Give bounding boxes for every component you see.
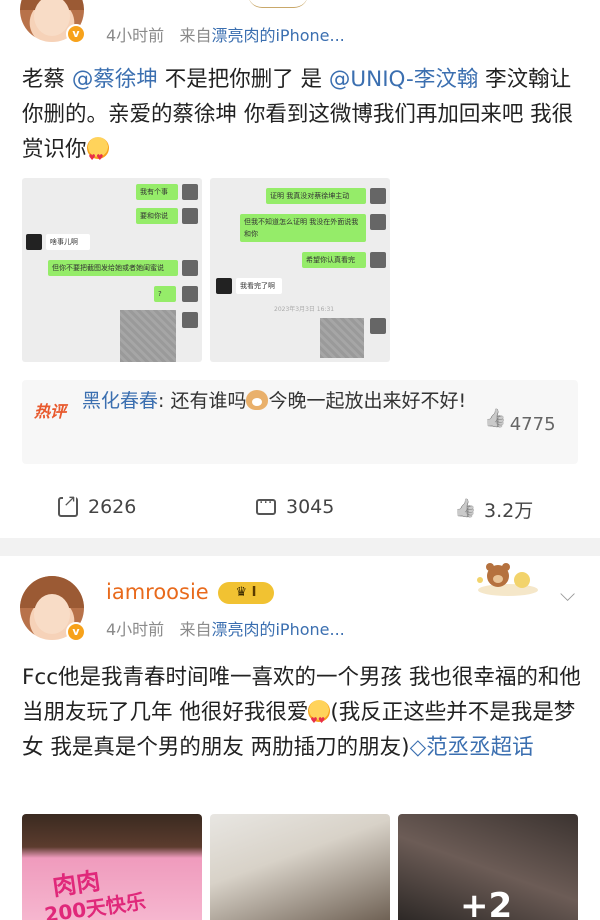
post-text: 老蔡 @蔡徐坤 不是把你删了 是 @UNIQ-李汶翰 李汶翰让你删的。亲爱的蔡徐… bbox=[22, 62, 582, 175]
chat-avatar bbox=[182, 286, 198, 302]
chat-bubble: 但你不要把截图发给她或者她闺蜜说 bbox=[48, 260, 178, 276]
comment-like-count: 4775 bbox=[509, 414, 556, 435]
text-part: 不是把你删了 是 bbox=[157, 67, 329, 92]
post-image[interactable] bbox=[210, 814, 390, 920]
chat-avatar bbox=[370, 252, 386, 268]
repost-button[interactable]: 2626 bbox=[58, 493, 137, 518]
comment-count: 3045 bbox=[286, 496, 335, 518]
username[interactable]: iamroosie bbox=[106, 580, 209, 604]
repost-count: 2626 bbox=[88, 496, 137, 518]
chat-bubble: 希望你认真看完 bbox=[302, 252, 366, 268]
comment-button[interactable]: 3045 bbox=[256, 495, 335, 518]
redacted-image bbox=[120, 310, 176, 362]
comment-text: : 还有谁吗 bbox=[158, 390, 247, 412]
chat-avatar bbox=[182, 260, 198, 276]
chat-bubble: 证明 我真没对蔡徐坤主动 bbox=[266, 188, 366, 204]
mention-link[interactable]: @UNIQ-李汶翰 bbox=[329, 67, 478, 92]
chat-avatar bbox=[370, 318, 386, 334]
hot-comment[interactable]: 热评 黑化春春: 还有谁吗今晚一起放出来好不好! 4775 bbox=[22, 380, 578, 464]
post-card: v iamroosie ♛ I ⌵ 4小时前 来自漂亮肉的iPhone... F… bbox=[0, 556, 600, 920]
chat-avatar bbox=[370, 214, 386, 230]
chat-bubble: 我看完了啊 bbox=[236, 278, 282, 294]
share-icon bbox=[58, 493, 78, 517]
post-meta: 4小时前 来自漂亮肉的iPhone... bbox=[106, 616, 345, 640]
chevron-down-icon[interactable]: ⌵ bbox=[560, 582, 575, 606]
chat-bubble: 啥事儿啊 bbox=[46, 234, 90, 250]
decoration bbox=[248, 0, 308, 8]
verified-icon: v bbox=[66, 24, 86, 44]
redacted-image bbox=[320, 318, 364, 358]
crown-icon: ♛ bbox=[235, 585, 248, 600]
chat-bubble: ? bbox=[154, 286, 176, 302]
avatar-face bbox=[34, 594, 70, 634]
source-prefix: 来自 bbox=[179, 620, 212, 639]
mention-link[interactable]: @蔡徐坤 bbox=[72, 67, 158, 92]
vip-level: I bbox=[251, 585, 257, 600]
post-meta: 4小时前 来自漂亮肉的iPhone... bbox=[106, 22, 345, 46]
heart-eyes-emoji-icon bbox=[308, 700, 331, 738]
post-text: Fcc他是我青春时间唯一喜欢的一个男孩 我也很幸福的和他当朋友玩了几年 他很好我… bbox=[22, 660, 582, 765]
avatar-face bbox=[34, 0, 70, 36]
source-link[interactable]: 漂亮肉的iPhone... bbox=[211, 620, 344, 639]
commenter-name[interactable]: 黑化春春 bbox=[82, 390, 158, 412]
chat-bubble: 我有个事 bbox=[136, 184, 178, 200]
hot-comment-text: 黑化春春: 还有谁吗 今晚一起放出来好不好! bbox=[82, 386, 472, 417]
post-time: 4小时前 bbox=[106, 26, 165, 45]
comment-like-button[interactable]: 4775 bbox=[484, 410, 556, 435]
like-count: 3.2万 bbox=[484, 500, 534, 522]
super-topic-icon: ◇ bbox=[409, 735, 427, 760]
text-part: 老蔡 bbox=[22, 67, 72, 92]
chat-avatar bbox=[370, 188, 386, 204]
comment-text: 今晚一起放出来好不好! bbox=[268, 390, 467, 412]
hot-comment-tag: 热评 bbox=[34, 402, 67, 421]
action-bar: 2626 3045 3.2万 bbox=[0, 490, 600, 530]
topic-label: 范丞丞超话 bbox=[426, 735, 534, 760]
chat-avatar bbox=[182, 208, 198, 224]
chat-bubble: 要和你说 bbox=[136, 208, 178, 224]
post-image[interactable]: +2 bbox=[398, 814, 578, 920]
post-divider bbox=[0, 538, 600, 556]
topic-link[interactable]: ◇范丞丞超话 bbox=[410, 735, 534, 760]
vip-level-badge[interactable]: ♛ I bbox=[218, 582, 274, 604]
chat-screenshot-image[interactable]: 证明 我真没对蔡徐坤主动 但我不知道怎么证明 我没在外面说我和你 希望你认真看完… bbox=[210, 178, 390, 362]
chat-avatar bbox=[216, 278, 232, 294]
chat-avatar bbox=[182, 184, 198, 200]
source-prefix: 来自 bbox=[179, 26, 212, 45]
post-card: v 4小时前 来自漂亮肉的iPhone... 老蔡 @蔡徐坤 不是把你删了 是 … bbox=[0, 0, 600, 538]
comment-icon bbox=[256, 495, 276, 515]
chat-avatar bbox=[182, 312, 198, 328]
post-image[interactable]: 肉肉 200天快乐 bbox=[22, 814, 202, 920]
chat-bubble: 但我不知道怎么证明 我没在外面说我和你 bbox=[240, 214, 366, 242]
thumbs-up-icon bbox=[484, 410, 504, 430]
source-link[interactable]: 漂亮肉的iPhone... bbox=[211, 26, 344, 45]
thumbs-up-icon bbox=[454, 500, 474, 520]
teddy-bear-decoration-icon bbox=[477, 563, 538, 596]
heart-eyes-emoji-icon bbox=[86, 137, 109, 175]
post-time: 4小时前 bbox=[106, 620, 165, 639]
more-images-count: +2 bbox=[460, 886, 513, 920]
chat-avatar bbox=[26, 234, 42, 250]
verified-icon: v bbox=[66, 622, 86, 642]
like-button[interactable]: 3.2万 bbox=[454, 496, 533, 523]
dog-emoji-icon bbox=[246, 390, 269, 410]
chat-screenshot-image[interactable]: 我有个事 要和你说 啥事儿啊 但你不要把截图发给她或者她闺蜜说 ? bbox=[22, 178, 202, 362]
chat-timestamp: 2023年3月3日 16:31 bbox=[274, 306, 335, 313]
